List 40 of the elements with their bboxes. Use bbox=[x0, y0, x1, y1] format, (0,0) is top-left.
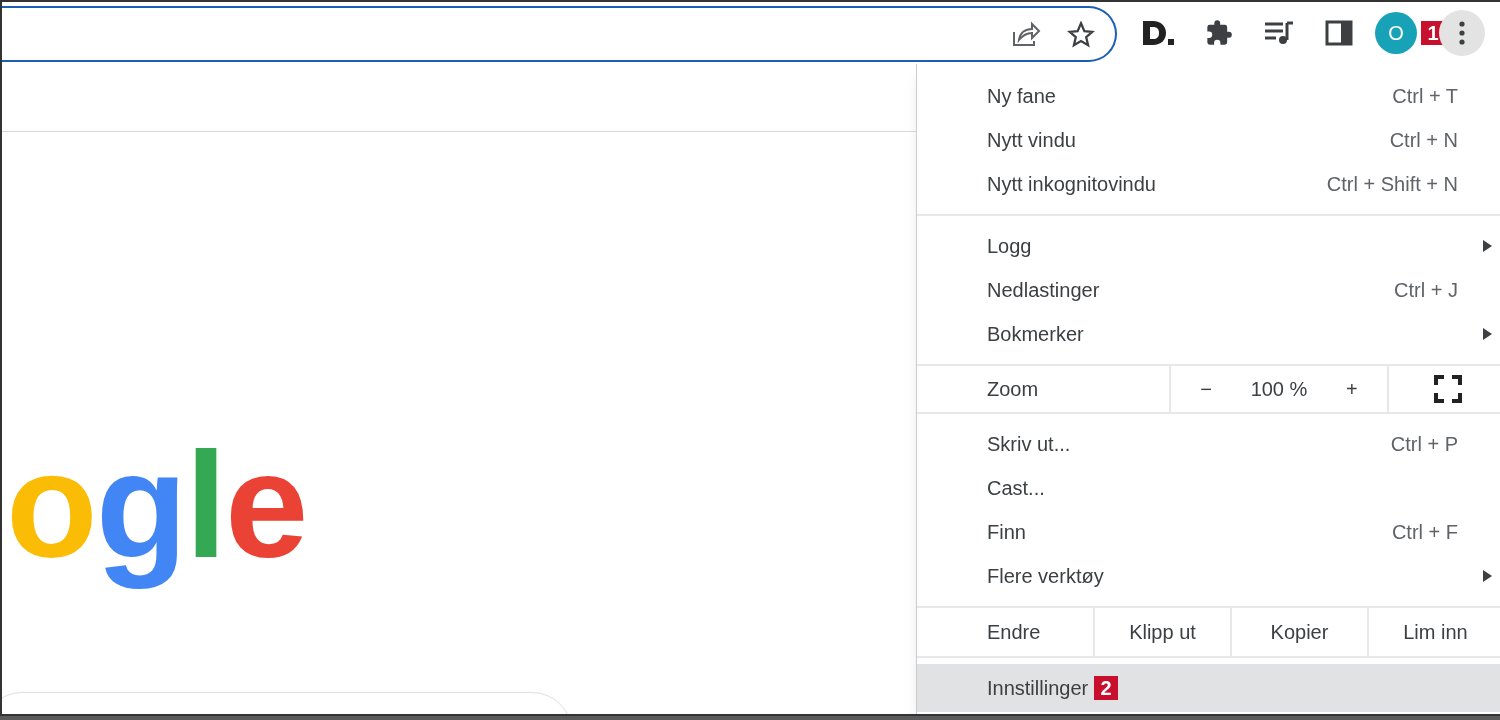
menu-item[interactable]: Flere verktøy bbox=[917, 554, 1500, 598]
media-queue-icon[interactable] bbox=[1263, 20, 1295, 46]
menu-item[interactable]: Nedlastinger Ctrl + J bbox=[917, 268, 1500, 312]
menu-item[interactable]: Cast... bbox=[917, 466, 1500, 510]
zoom-label: Zoom bbox=[986, 377, 1040, 402]
submenu-arrow-icon bbox=[1483, 570, 1492, 582]
fullscreen-icon[interactable] bbox=[1433, 375, 1462, 403]
menu-item[interactable]: Innstillinger 2 bbox=[917, 664, 1500, 712]
star-icon[interactable] bbox=[1067, 20, 1095, 48]
menu-item[interactable]: Bokmerker bbox=[917, 312, 1500, 356]
menu-item[interactable]: Nytt vindu Ctrl + N bbox=[917, 118, 1500, 162]
edit-label: Endre bbox=[986, 620, 1042, 645]
puzzle-icon[interactable] bbox=[1205, 19, 1233, 47]
side-panel-icon[interactable] bbox=[1325, 20, 1353, 46]
shortcut-text: Ctrl + P bbox=[1390, 432, 1458, 457]
logo: ogle bbox=[6, 420, 308, 591]
edit-button[interactable]: Kopier bbox=[1230, 608, 1367, 656]
extension-d-icon[interactable] bbox=[1141, 19, 1175, 47]
menu-item[interactable]: Ny fane Ctrl + T bbox=[917, 74, 1500, 118]
share-icon[interactable] bbox=[1011, 20, 1041, 48]
shortcut-text: Ctrl + F bbox=[1391, 520, 1458, 545]
submenu-arrow-icon bbox=[1483, 328, 1492, 340]
shortcut-text: Ctrl + Shift + N bbox=[1326, 172, 1458, 197]
menu-button[interactable] bbox=[1439, 10, 1485, 56]
zoom-level: 100 % bbox=[1249, 377, 1309, 402]
edit-button[interactable]: Lim inn bbox=[1367, 608, 1500, 656]
menu-item[interactable]: Logg bbox=[917, 224, 1500, 268]
zoom-in-button[interactable]: + bbox=[1337, 374, 1366, 404]
shortcut-text: Ctrl + N bbox=[1389, 128, 1458, 153]
menu-item[interactable]: Nytt inkognitovindu Ctrl + Shift + N bbox=[917, 162, 1500, 206]
menu-item[interactable]: Skriv ut... Ctrl + P bbox=[917, 422, 1500, 466]
shortcut-text: Ctrl + J bbox=[1394, 278, 1458, 303]
submenu-arrow-icon bbox=[1483, 240, 1492, 252]
callout-number: 2 bbox=[1094, 676, 1119, 700]
address-bar[interactable] bbox=[2, 6, 1117, 62]
edit-button[interactable]: Klipp ut bbox=[1093, 608, 1230, 656]
more-vertical-icon bbox=[1459, 21, 1465, 45]
zoom-out-button[interactable]: − bbox=[1192, 374, 1220, 404]
menu-item[interactable]: Finn Ctrl + F bbox=[917, 510, 1500, 554]
shortcut-text: Ctrl + T bbox=[1392, 84, 1458, 109]
